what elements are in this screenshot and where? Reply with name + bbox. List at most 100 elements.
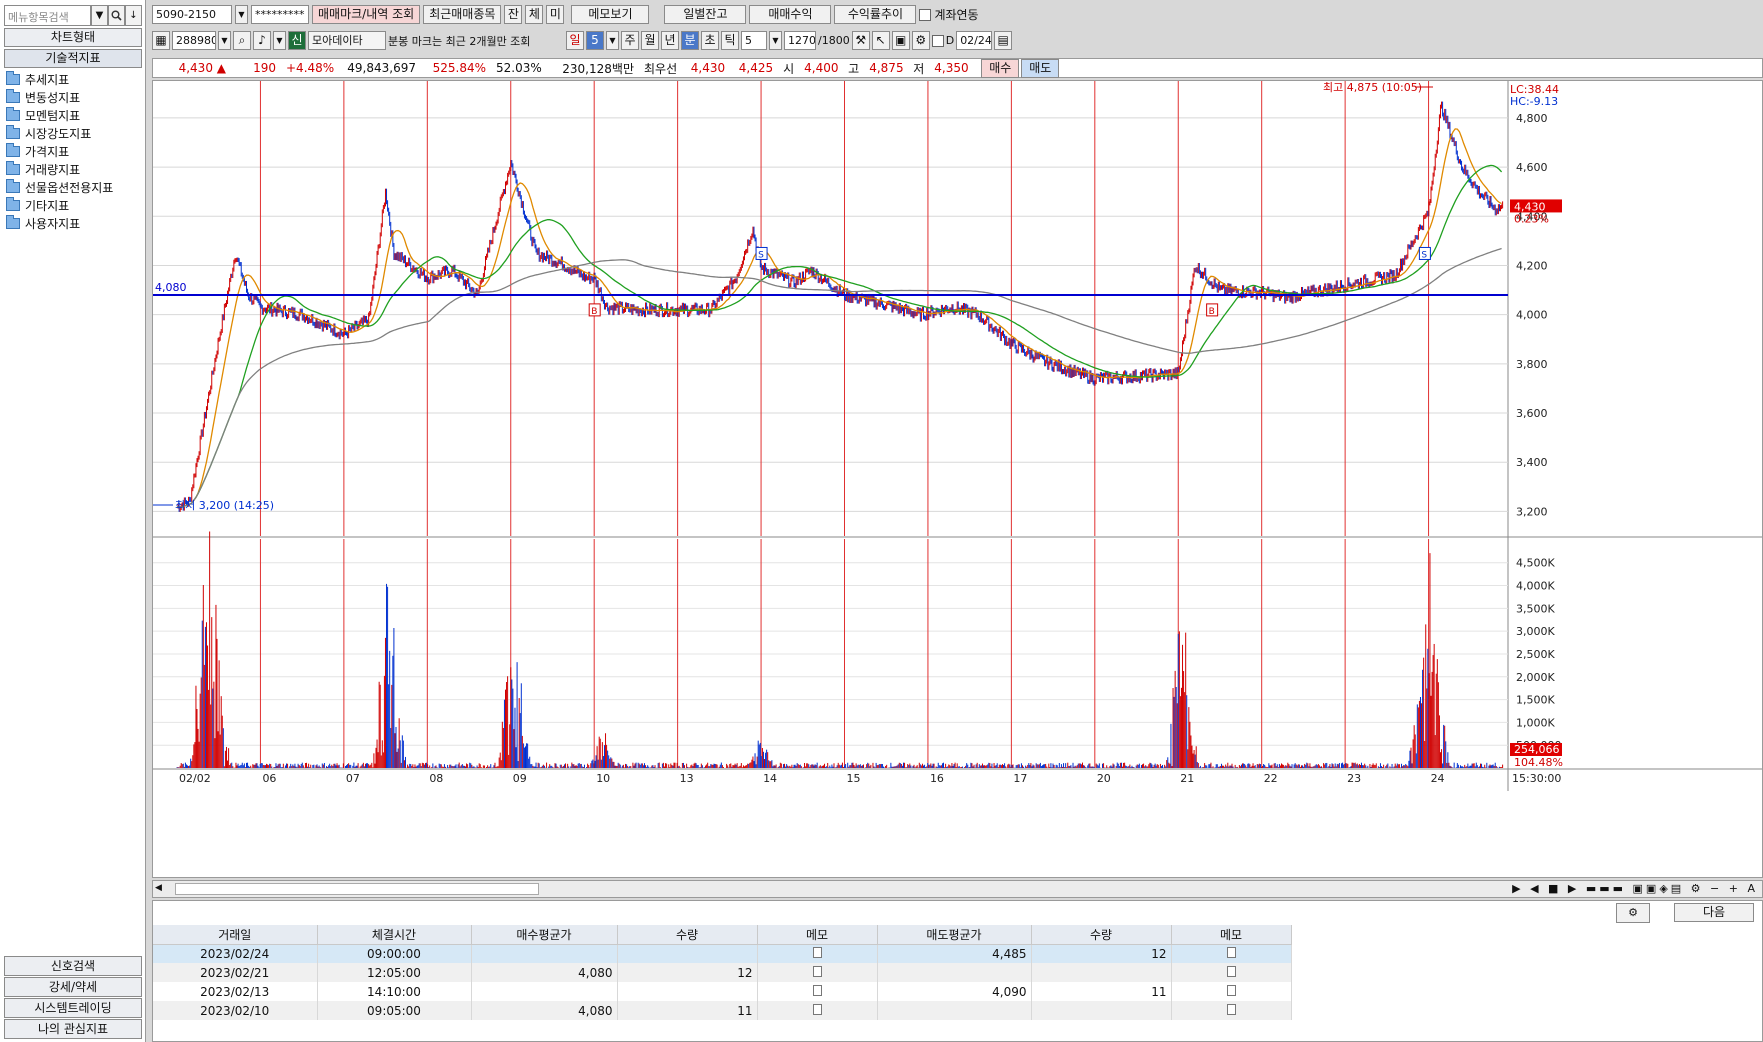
yield-trend-button[interactable]: 수익률추이: [834, 5, 917, 24]
period-second[interactable]: 초: [701, 31, 719, 50]
account-dropdown-icon[interactable]: ▼: [235, 5, 248, 24]
code-dropdown-icon[interactable]: ▼: [218, 31, 231, 50]
buy-button[interactable]: 매수: [981, 58, 1020, 78]
signal-search-button[interactable]: 신호검색: [4, 956, 142, 976]
column-header[interactable]: 수량: [1031, 925, 1172, 945]
table-cell: 2023/02/13: [153, 982, 318, 1001]
calendar-icon[interactable]: ▤: [994, 31, 1013, 50]
tab-technical-indicators[interactable]: 기술적지표: [4, 49, 142, 68]
tab-chart-type[interactable]: 차트형태: [4, 28, 142, 47]
search-icon[interactable]: ⌕: [233, 31, 251, 50]
recent-trades-button[interactable]: 최근매매종목: [423, 5, 502, 24]
trade-profit-button[interactable]: 매매수익: [749, 5, 832, 24]
my-indicators-button[interactable]: 나의 관심지표: [4, 1019, 142, 1039]
price-volume-chart[interactable]: 4,8004,6004,4004,2004,0003,8003,6003,400…: [153, 81, 1762, 877]
sell-button[interactable]: 매도: [1021, 58, 1060, 78]
table-cell: [877, 1001, 1032, 1020]
period-day[interactable]: 일: [566, 31, 584, 50]
tools-icon[interactable]: ⚒: [851, 31, 870, 50]
column-header[interactable]: 거래일: [153, 925, 318, 945]
indicator-folder[interactable]: 모멘텀지표: [6, 106, 113, 124]
memo-icon[interactable]: [1171, 982, 1292, 1001]
period-tick[interactable]: 틱: [721, 31, 739, 50]
count-input[interactable]: 1270: [784, 31, 816, 50]
chart-area[interactable]: 4,800 4,600 4,400 4,200 4,000 3,800 3,600 3,400…: [152, 80, 1763, 878]
memo-icon[interactable]: [757, 944, 878, 963]
toggle-balance[interactable]: 잔: [504, 5, 523, 24]
table-row[interactable]: 2023/02/13 14:10:00 4,090 11: [153, 982, 1292, 1001]
column-header[interactable]: 체결시간: [317, 925, 472, 945]
scroll-thumb[interactable]: [175, 883, 539, 895]
date-input[interactable]: 02/24: [956, 31, 993, 50]
gear-icon[interactable]: ⚙: [911, 31, 930, 50]
search-icon[interactable]: [108, 5, 125, 26]
period-num[interactable]: 5: [586, 31, 604, 50]
account-link-checkbox[interactable]: [919, 8, 932, 21]
memo-icon[interactable]: [1171, 944, 1292, 963]
period-week[interactable]: 주: [621, 31, 639, 50]
dropdown-arrow-icon[interactable]: ▼: [91, 5, 108, 26]
indicator-folder[interactable]: 변동성지표: [6, 88, 113, 106]
indicator-folder[interactable]: 시장강도지표: [6, 124, 113, 142]
volume-tick-label: 3,500K: [1516, 602, 1555, 615]
save-icon[interactable]: ▣: [891, 31, 910, 50]
strength-weakness-button[interactable]: 강세/약세: [4, 977, 142, 997]
memo-view-button[interactable]: 메모보기: [571, 5, 650, 24]
gear-icon[interactable]: ⚙: [1616, 903, 1650, 923]
account-input[interactable]: 5090-2150: [152, 5, 232, 24]
table-row[interactable]: 2023/02/21 12:05:00 4,080 12: [153, 963, 1292, 982]
trade-mark-button[interactable]: 매매마크/내역 조회: [312, 5, 421, 24]
trade-signal-label: B: [1209, 307, 1215, 317]
toggle-filled[interactable]: 체: [525, 5, 544, 24]
x-tick-label: 23: [1347, 772, 1361, 785]
price-change-pct: +4.48%: [286, 61, 335, 75]
low-label: 저: [913, 61, 925, 76]
table-cell: [1031, 963, 1172, 982]
indicator-folder[interactable]: 거래량지표: [6, 160, 113, 178]
system-trading-button[interactable]: 시스템트레이딩: [4, 998, 142, 1018]
layout-icon[interactable]: ▦: [152, 31, 170, 50]
date-checkbox[interactable]: [931, 34, 944, 47]
memo-icon[interactable]: [757, 1001, 878, 1020]
column-header[interactable]: 매수평균가: [471, 925, 618, 945]
daily-balance-button[interactable]: 일별잔고: [664, 5, 747, 24]
scroll-left-icon[interactable]: ◀: [155, 883, 162, 893]
table-row[interactable]: 2023/02/24 09:00:00 4,485 12: [153, 944, 1292, 963]
period-dropdown-icon[interactable]: ▼: [606, 31, 619, 50]
folder-icon: [6, 196, 20, 211]
period-minute[interactable]: 분: [681, 31, 699, 50]
menu-search-input[interactable]: 메뉴항목검색: [4, 5, 91, 26]
interval-dropdown-icon[interactable]: ▼: [769, 31, 782, 50]
interval-input[interactable]: 5: [741, 31, 767, 50]
column-header[interactable]: 수량: [617, 925, 758, 945]
arrow-down-icon[interactable]: ↓: [125, 5, 142, 26]
period-month[interactable]: 월: [641, 31, 659, 50]
chart-scrollbar[interactable]: ◀ ▶ ◀ ■ ▶ ▬▬▬ ▣▣◈▤ ⚙ − + A: [152, 880, 1763, 898]
indicator-folder[interactable]: 가격지표: [6, 142, 113, 160]
password-input[interactable]: *********: [251, 5, 309, 24]
volume-tick-label: 1,500K: [1516, 694, 1555, 707]
indicator-folder[interactable]: 선물옵션전용지표: [6, 178, 113, 196]
speaker-dropdown-icon[interactable]: ▼: [273, 31, 286, 50]
memo-icon[interactable]: [757, 982, 878, 1001]
period-year[interactable]: 년: [661, 31, 679, 50]
indicator-folder[interactable]: 기타지표: [6, 196, 113, 214]
indicator-folder[interactable]: 추세지표: [6, 70, 113, 88]
toggle-unfilled[interactable]: 미: [546, 5, 565, 24]
memo-icon[interactable]: [1171, 963, 1292, 982]
column-header[interactable]: 매도평균가: [877, 925, 1032, 945]
volume-tick-label: 4,000K: [1516, 580, 1555, 593]
column-header[interactable]: 메모: [757, 925, 878, 945]
memo-icon[interactable]: [757, 963, 878, 982]
indicator-folder[interactable]: 사용자지표: [6, 214, 113, 232]
memo-icon[interactable]: [1171, 1001, 1292, 1020]
folder-label: 시장강도지표: [25, 126, 92, 141]
column-header[interactable]: 메모: [1171, 925, 1292, 945]
stock-code-input[interactable]: 288980: [172, 31, 216, 50]
zoom-controls[interactable]: ▶ ◀ ■ ▶ ▬▬▬ ▣▣◈▤ ⚙ − + A: [1512, 882, 1758, 895]
cursor-icon[interactable]: ↖: [871, 31, 890, 50]
table-row[interactable]: 2023/02/10 09:05:00 4,080 11: [153, 1001, 1292, 1020]
next-button[interactable]: 다음: [1674, 903, 1754, 922]
speaker-icon[interactable]: ♪: [253, 31, 271, 50]
menu-search-box: 메뉴항목검색 ▼ ↓: [4, 5, 142, 26]
